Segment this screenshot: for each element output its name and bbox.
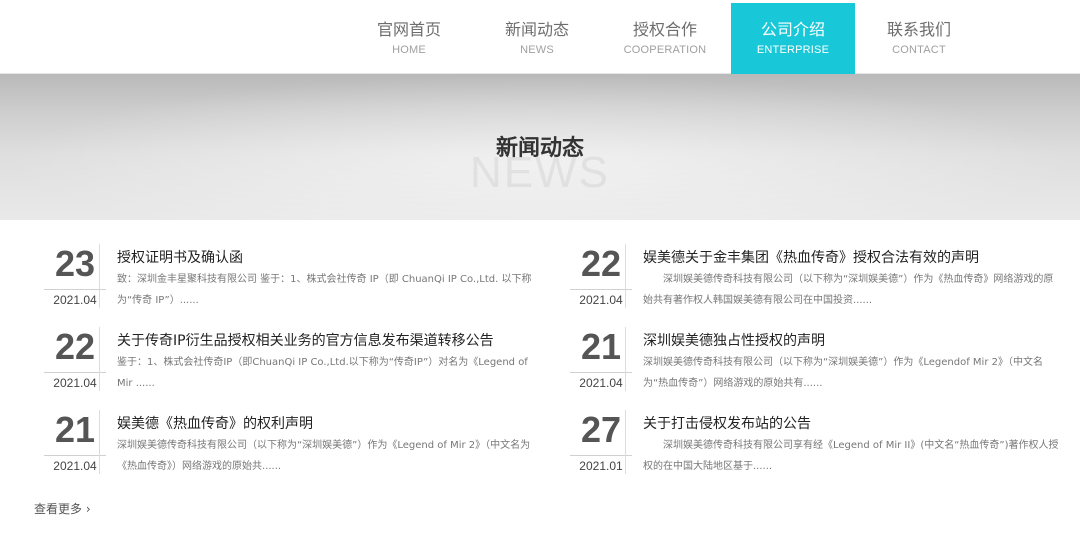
nav-item-label: 新闻动态 xyxy=(504,20,569,39)
nav-item-label: 联系我们 xyxy=(886,20,951,39)
nav-item-label: 公司介绍 xyxy=(760,20,825,39)
page-banner: NEWS 新闻动态 xyxy=(0,74,1080,220)
news-day: 21 xyxy=(580,326,622,367)
nav-item-sublabel: ENTERPRISE xyxy=(756,44,830,56)
item-divider xyxy=(99,410,100,474)
date-divider xyxy=(44,455,106,456)
news-summary: 深圳娱美德传奇科技有限公司享有经《Legend of Mir II》(中文名“热… xyxy=(643,440,1059,472)
news-list: 23 2021.04 授权证明书及确认函 致：深圳金丰星聚科技有限公司 鉴于：1… xyxy=(0,220,1080,534)
nav-item-cooperation[interactable]: 授权合作 COOPERATION xyxy=(601,3,729,74)
news-day: 23 xyxy=(54,243,96,284)
nav-item-news[interactable]: 新闻动态 NEWS xyxy=(473,3,601,74)
news-date: 21 2021.04 xyxy=(560,325,642,395)
news-summary: 深圳娱美德传奇科技有限公司（以下称为“深圳娱美德”）作为《Legendof Mi… xyxy=(643,357,1043,389)
date-divider xyxy=(570,372,632,373)
news-year-month: 2021.04 xyxy=(53,293,97,307)
nav-item-sublabel: HOME xyxy=(392,44,426,56)
news-title[interactable]: 关于打击侵权发布站的公告 xyxy=(643,414,1063,434)
news-item[interactable]: 21 2021.04 深圳娱美德独占性授权的声明 深圳娱美德传奇科技有限公司（以… xyxy=(560,325,1060,395)
item-divider xyxy=(625,327,626,391)
news-day: 27 xyxy=(580,409,622,450)
item-divider xyxy=(625,244,626,308)
nav-item-enterprise[interactable]: 公司介绍 ENTERPRISE xyxy=(731,3,855,74)
date-divider xyxy=(570,455,632,456)
nav-item-contact[interactable]: 联系我们 CONTACT xyxy=(855,3,983,74)
news-day: 22 xyxy=(580,243,622,284)
top-navigation: 官网首页 HOME 新闻动态 NEWS 授权合作 COOPERATION 公司介… xyxy=(0,0,1080,74)
news-date: 27 2021.01 xyxy=(560,408,642,478)
news-day: 22 xyxy=(54,326,96,367)
news-year-month: 2021.04 xyxy=(579,376,623,390)
news-year-month: 2021.04 xyxy=(53,376,97,390)
news-year-month: 2021.01 xyxy=(579,459,623,473)
news-title[interactable]: 授权证明书及确认函 xyxy=(117,248,537,268)
news-summary: 深圳娱美德传奇科技有限公司（以下称为“深圳娱美德”）作为《热血传奇》网络游戏的原… xyxy=(643,274,1054,306)
nav-item-label: 官网首页 xyxy=(376,20,441,39)
nav-menu: 官网首页 HOME 新闻动态 NEWS 授权合作 COOPERATION 公司介… xyxy=(345,3,983,74)
news-summary: 鉴于：1、株式会社传奇IP（即ChuanQi IP Co.,Ltd.以下称为“传… xyxy=(117,357,528,389)
news-date: 22 2021.04 xyxy=(560,242,642,312)
nav-item-label: 授权合作 xyxy=(632,20,697,39)
nav-item-sublabel: NEWS xyxy=(520,44,554,56)
nav-item-sublabel: COOPERATION xyxy=(623,44,707,56)
news-item[interactable]: 23 2021.04 授权证明书及确认函 致：深圳金丰星聚科技有限公司 鉴于：1… xyxy=(34,242,534,312)
news-title[interactable]: 深圳娱美德独占性授权的声明 xyxy=(643,331,1063,351)
page-title: 新闻动态 xyxy=(495,136,584,161)
date-divider xyxy=(44,372,106,373)
item-divider xyxy=(99,327,100,391)
news-item[interactable]: 22 2021.04 娱美德关于金丰集团《热血传奇》授权合法有效的声明 深圳娱美… xyxy=(560,242,1060,312)
news-date: 22 2021.04 xyxy=(34,325,116,395)
item-divider xyxy=(99,244,100,308)
news-title[interactable]: 娱美德《热血传奇》的权利声明 xyxy=(117,414,537,434)
news-summary: 致：深圳金丰星聚科技有限公司 鉴于：1、株式会社传奇 IP（即 ChuanQi … xyxy=(117,274,532,306)
news-year-month: 2021.04 xyxy=(53,459,97,473)
date-divider xyxy=(570,289,632,290)
news-item[interactable]: 27 2021.01 关于打击侵权发布站的公告 深圳娱美德传奇科技有限公司享有经… xyxy=(560,408,1060,478)
news-title[interactable]: 关于传奇IP衍生品授权相关业务的官方信息发布渠道转移公告 xyxy=(117,331,537,351)
date-divider xyxy=(44,289,106,290)
news-date: 21 2021.04 xyxy=(34,408,116,478)
news-item[interactable]: 22 2021.04 关于传奇IP衍生品授权相关业务的官方信息发布渠道转移公告 … xyxy=(34,325,534,395)
news-year-month: 2021.04 xyxy=(579,293,623,307)
news-summary: 深圳娱美德传奇科技有限公司（以下称为“深圳娱美德”）作为《Legend of M… xyxy=(117,440,531,472)
view-more-link[interactable]: 查看更多 › xyxy=(34,500,91,517)
news-item[interactable]: 21 2021.04 娱美德《热血传奇》的权利声明 深圳娱美德传奇科技有限公司（… xyxy=(34,408,534,478)
item-divider xyxy=(625,410,626,474)
nav-item-sublabel: CONTACT xyxy=(892,44,946,56)
news-day: 21 xyxy=(54,409,96,450)
news-date: 23 2021.04 xyxy=(34,242,116,312)
nav-item-home[interactable]: 官网首页 HOME xyxy=(345,3,473,74)
news-title[interactable]: 娱美德关于金丰集团《热血传奇》授权合法有效的声明 xyxy=(643,248,1063,268)
